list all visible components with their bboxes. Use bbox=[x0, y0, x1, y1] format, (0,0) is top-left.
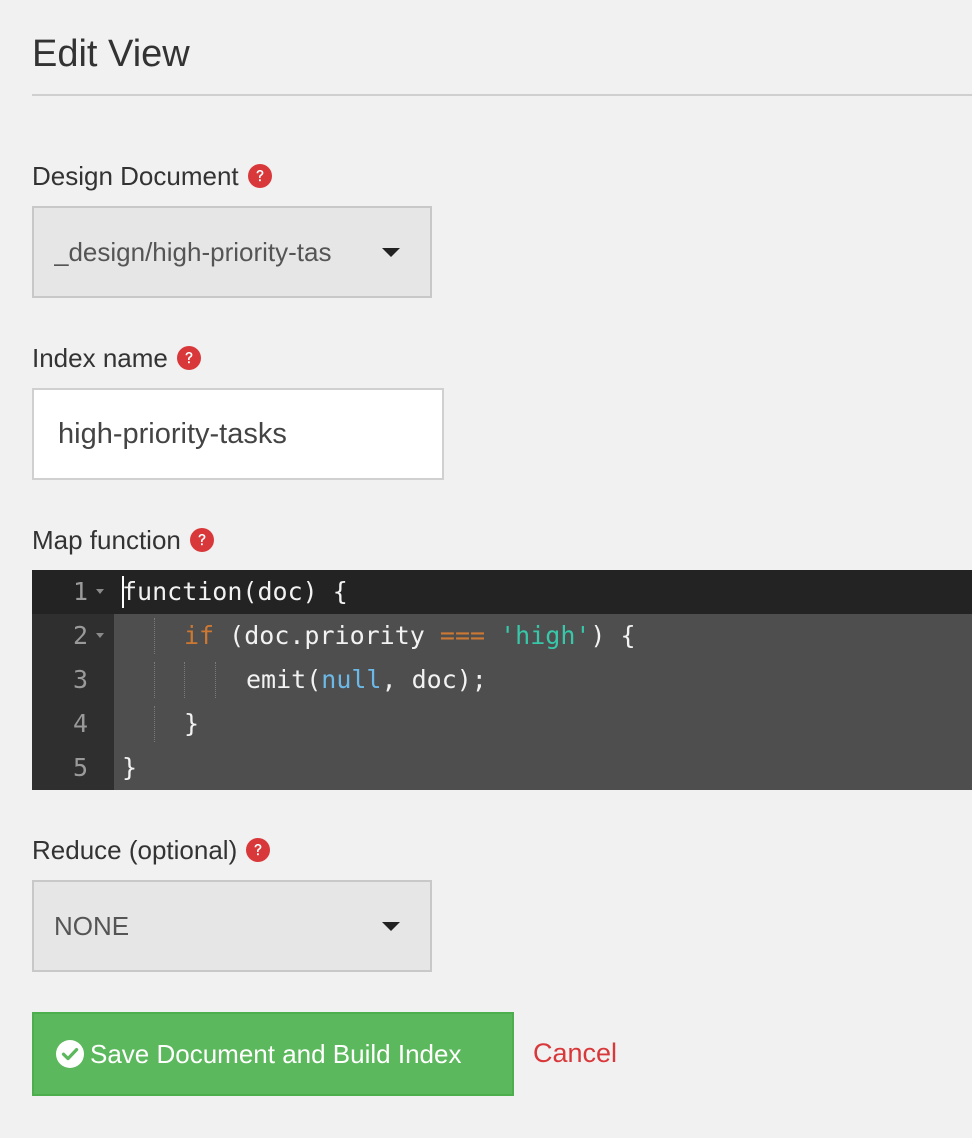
save-document-button[interactable]: Save Document and Build Index bbox=[32, 1012, 514, 1096]
map-function-editor[interactable]: 1 function(doc) { 2 if (doc.priority ===… bbox=[32, 570, 972, 790]
code-token: } bbox=[122, 753, 138, 782]
map-function-label-text: Map function bbox=[32, 525, 181, 555]
title-divider bbox=[32, 94, 972, 96]
index-name-help-icon[interactable] bbox=[176, 346, 201, 370]
line-number: 1 bbox=[72, 577, 88, 606]
code-token: } bbox=[184, 709, 200, 738]
code-token: ) { bbox=[590, 621, 636, 650]
indent-guide bbox=[154, 706, 155, 742]
page-title: Edit View bbox=[32, 33, 190, 75]
text-cursor bbox=[122, 576, 124, 608]
design-document-label-text: Design Document bbox=[32, 161, 239, 191]
line-number: 4 bbox=[72, 709, 88, 738]
design-document-value: _design/high-priority-tas bbox=[54, 237, 332, 267]
reduce-help-icon[interactable] bbox=[246, 838, 271, 862]
code-text: function(doc) { bbox=[122, 570, 348, 614]
code-token: if bbox=[184, 621, 215, 650]
fold-arrow-icon[interactable] bbox=[96, 589, 104, 594]
index-name-label: Index name bbox=[32, 342, 201, 374]
cancel-link[interactable]: Cancel bbox=[533, 1036, 617, 1070]
code-token: function(doc) { bbox=[122, 577, 348, 606]
fold-arrow-icon[interactable] bbox=[96, 633, 104, 638]
design-document-select[interactable]: _design/high-priority-tas bbox=[32, 206, 432, 298]
reduce-value: NONE bbox=[54, 911, 130, 941]
code-text: emit(null, doc); bbox=[246, 658, 487, 702]
code-token: 'high' bbox=[500, 621, 591, 650]
save-button-label: Save Document and Build Index bbox=[90, 1038, 462, 1069]
code-line: 2 if (doc.priority === 'high') { bbox=[32, 614, 972, 658]
code-line: 5 } bbox=[32, 746, 972, 790]
reduce-label: Reduce (optional) bbox=[32, 834, 271, 866]
map-function-help-icon[interactable] bbox=[189, 528, 214, 552]
line-number: 5 bbox=[72, 753, 88, 782]
code-token: null bbox=[321, 665, 382, 694]
indent-guide bbox=[154, 662, 155, 698]
reduce-select[interactable]: NONE bbox=[32, 880, 432, 972]
code-text: } bbox=[122, 746, 137, 790]
code-token: === bbox=[439, 621, 486, 650]
check-circle-icon bbox=[56, 1040, 84, 1068]
caret-down-icon bbox=[382, 922, 400, 931]
line-number: 2 bbox=[72, 621, 88, 650]
map-function-label: Map function bbox=[32, 524, 214, 556]
code-token: (doc.priority bbox=[214, 621, 440, 650]
indent-guide bbox=[215, 662, 216, 698]
index-name-input[interactable] bbox=[32, 388, 444, 480]
code-line: 3 emit(null, doc); bbox=[32, 658, 972, 702]
line-number: 3 bbox=[72, 665, 88, 694]
index-name-label-text: Index name bbox=[32, 343, 168, 373]
code-token: , doc); bbox=[381, 665, 487, 694]
code-token: emit( bbox=[246, 665, 322, 694]
indent-guide bbox=[184, 662, 185, 698]
design-document-label: Design Document bbox=[32, 160, 272, 192]
design-document-help-icon[interactable] bbox=[247, 164, 272, 188]
code-line: 4 } bbox=[32, 702, 972, 746]
code-text: } bbox=[184, 702, 199, 746]
indent-guide bbox=[154, 618, 155, 654]
code-line: 1 function(doc) { bbox=[32, 570, 972, 614]
code-text: if (doc.priority === 'high') { bbox=[184, 614, 636, 658]
caret-down-icon bbox=[382, 248, 400, 257]
reduce-label-text: Reduce (optional) bbox=[32, 835, 238, 865]
